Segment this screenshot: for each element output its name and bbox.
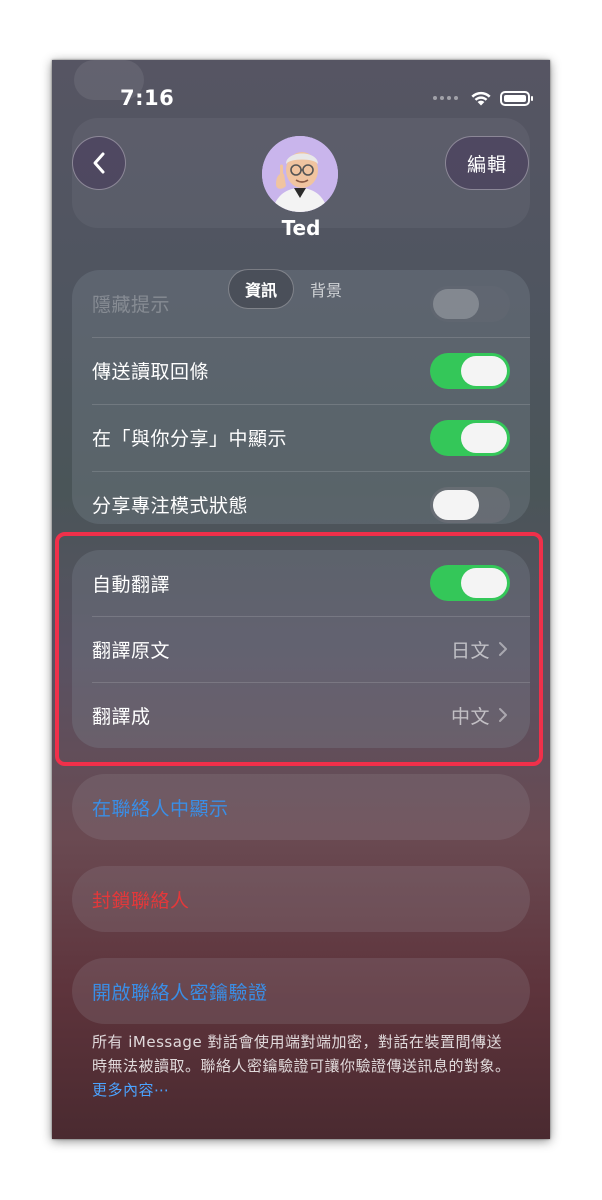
memoji-avatar-icon xyxy=(262,136,338,212)
row-label: 傳送讀取回條 xyxy=(92,361,210,383)
battery-icon xyxy=(500,90,533,106)
read-receipts-toggle[interactable] xyxy=(430,352,510,389)
status-bar: 7:16 xyxy=(52,82,550,116)
tab-info[interactable]: 資訊 xyxy=(228,269,295,309)
edit-button[interactable]: 編輯 xyxy=(445,136,529,190)
hide-alerts-toggle[interactable] xyxy=(430,285,510,322)
settings-row-share-focus-status[interactable]: 分享專注模式狀態 xyxy=(72,471,530,538)
chevron-left-icon xyxy=(93,152,105,174)
row-label: 分享專注模式狀態 xyxy=(92,495,249,517)
contact-key-verification-button[interactable]: 開啟聯絡人密鑰驗證 xyxy=(72,958,530,1024)
settings-row-read-receipts[interactable]: 傳送讀取回條 xyxy=(72,337,530,404)
cellular-icon xyxy=(433,96,458,100)
footer-text: 所有 iMessage 對話會使用端對端加密，對話在裝置間傳送時無法被讀取。聯絡… xyxy=(92,1033,511,1075)
highlight-annotation-box xyxy=(55,532,543,766)
contact-avatar[interactable] xyxy=(262,136,338,212)
status-time: 7:16 xyxy=(120,86,175,110)
phone-screen: 7:16 編輯 Ted 隱藏提示 傳送讀取回條 在「與你分享」中顯示 分享專注模… xyxy=(52,60,550,1139)
shared-with-you-toggle[interactable] xyxy=(430,419,510,456)
wifi-icon xyxy=(471,91,491,106)
status-icons xyxy=(433,90,533,106)
learn-more-link[interactable]: 更多內容⋯ xyxy=(92,1081,170,1099)
share-focus-status-toggle[interactable] xyxy=(430,486,510,523)
segmented-tabs: 資訊 背景 xyxy=(228,268,358,310)
tab-background[interactable]: 背景 xyxy=(294,269,358,309)
contact-name: Ted xyxy=(281,216,321,240)
row-label: 在「與你分享」中顯示 xyxy=(92,428,288,450)
block-contact-button[interactable]: 封鎖聯絡人 xyxy=(72,866,530,932)
encryption-footer: 所有 iMessage 對話會使用端對端加密，對話在裝置間傳送時無法被讀取。聯絡… xyxy=(92,1030,512,1102)
back-button[interactable] xyxy=(72,136,126,190)
show-in-contacts-button[interactable]: 在聯絡人中顯示 xyxy=(72,774,530,840)
settings-row-shared-with-you[interactable]: 在「與你分享」中顯示 xyxy=(72,404,530,471)
